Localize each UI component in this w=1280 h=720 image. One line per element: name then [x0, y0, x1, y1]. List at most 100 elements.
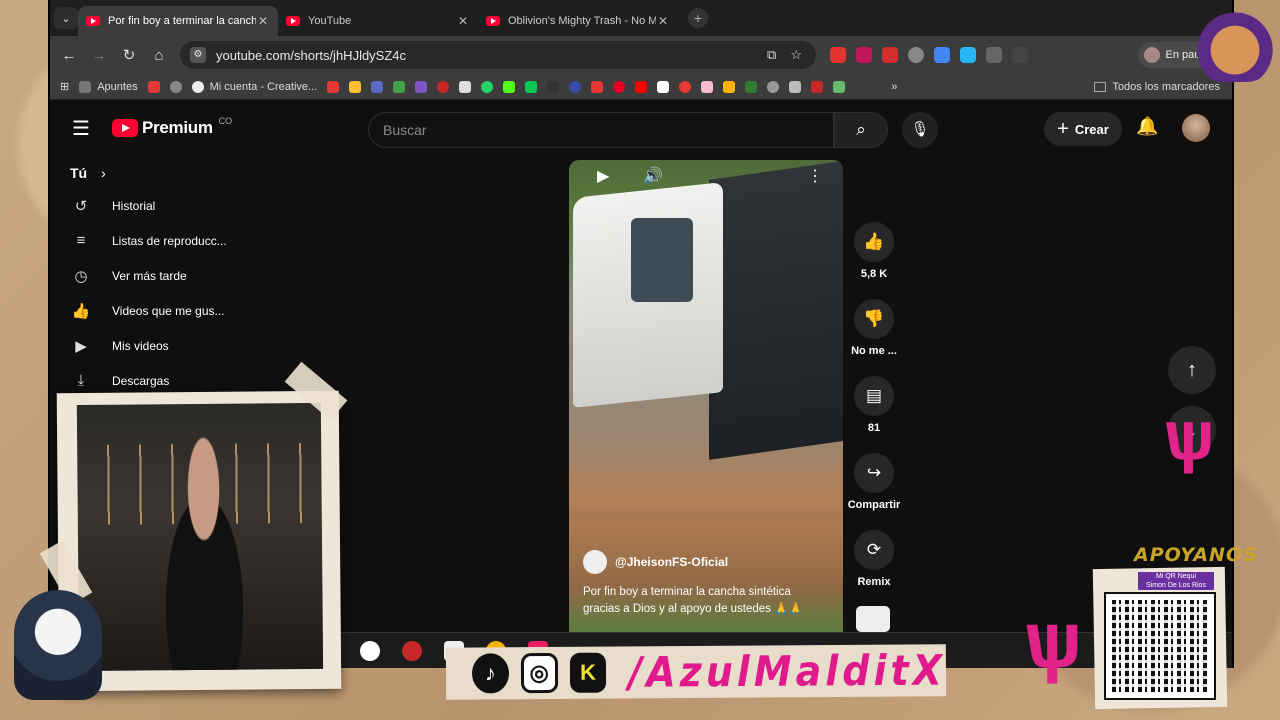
cast-icon[interactable]: ⧉: [767, 47, 776, 63]
channel-name[interactable]: @JheisonFS-Oficial: [615, 555, 728, 569]
volume-icon[interactable]: 🔊: [643, 166, 663, 186]
tab-oblivion[interactable]: Oblivion's Mighty Trash - No M ✕: [478, 6, 678, 36]
address-bar[interactable]: ⚙ youtube.com/shorts/jhHJldySZ4c ⧉ ☆: [180, 41, 816, 69]
sidebar-item-liked[interactable]: 👍 Videos que me gus...: [70, 293, 350, 328]
bookmark-icon[interactable]: [547, 80, 560, 93]
bookmark-apuntes[interactable]: Apuntes: [79, 80, 138, 93]
youtube-favicon-icon: [86, 16, 100, 26]
site-info-icon[interactable]: ⚙: [190, 47, 206, 63]
reload-icon[interactable]: ↻: [114, 46, 144, 64]
channel-avatar[interactable]: [583, 550, 607, 574]
bookmark-icon[interactable]: [811, 80, 824, 93]
create-button[interactable]: + Crear: [1044, 112, 1122, 146]
search-input[interactable]: Buscar: [368, 112, 834, 148]
reading-list-icon[interactable]: [1012, 47, 1028, 63]
bookmark-icon[interactable]: [569, 80, 582, 93]
bookmark-icon[interactable]: [371, 80, 384, 93]
bookmark-icon[interactable]: [349, 80, 362, 93]
bookmark-icon[interactable]: [701, 80, 714, 93]
comment-icon: ▤: [865, 386, 883, 405]
extension-icon[interactable]: [908, 47, 924, 63]
sidebar-item-my-videos[interactable]: ▶ Mis videos: [70, 328, 350, 363]
pinterest-icon[interactable]: [613, 80, 626, 93]
sidebar-item-history[interactable]: ↺ Historial: [70, 188, 350, 223]
dislike-button[interactable]: 👎: [854, 299, 894, 339]
bookmark-icon[interactable]: [767, 80, 780, 93]
sidebar-item-label: Ver más tarde: [112, 268, 187, 283]
bookmark-icon[interactable]: [415, 80, 428, 93]
bookmark-icon[interactable]: [723, 80, 736, 93]
more-bookmarks-icon[interactable]: »: [891, 81, 897, 93]
qr-title: APOYANOS: [1134, 544, 1258, 566]
sidebar-item-watch-later[interactable]: ◷ Ver más tarde: [70, 258, 350, 293]
comments-action: ▤ 81: [844, 376, 904, 453]
new-tab-button[interactable]: +: [688, 8, 708, 28]
bookmark-icon[interactable]: [327, 80, 340, 93]
back-icon[interactable]: ←: [54, 47, 84, 64]
voice-search-button[interactable]: 🎙: [902, 112, 938, 148]
all-bookmarks-folder[interactable]: Todos los marcadores: [1094, 81, 1220, 93]
translate-extension-icon[interactable]: [934, 47, 950, 63]
comments-button[interactable]: ▤: [854, 376, 894, 416]
short-channel[interactable]: @JheisonFS-Oficial: [583, 550, 728, 574]
bookmark-creative[interactable]: Mi cuenta - Creative...: [191, 80, 317, 93]
taskbar-obs-icon[interactable]: [402, 641, 422, 661]
bookmark-icon[interactable]: [833, 80, 846, 93]
instagram-icon: ◎: [520, 652, 558, 694]
thumbs-up-icon: 👍: [863, 232, 885, 251]
bookmark-icon[interactable]: [635, 80, 648, 93]
bookmark-icon[interactable]: [437, 80, 450, 93]
taskbar-app-icon[interactable]: [360, 641, 380, 661]
close-tab-icon[interactable]: ✕: [656, 14, 670, 28]
home-icon[interactable]: ⌂: [144, 47, 174, 64]
sidebar-item-playlists[interactable]: ≡ Listas de reproducc...: [70, 223, 350, 258]
bookmark-icon[interactable]: [745, 80, 758, 93]
tab-short[interactable]: Por fin boy a terminar la cancha ✕: [78, 6, 278, 36]
video-truck-window: [631, 218, 693, 302]
bookmark-icon[interactable]: [393, 80, 406, 93]
youtube-premium-logo[interactable]: Premium CO: [112, 116, 232, 138]
navigation-bar: ← → ↻ ⌂ ⚙ youtube.com/shorts/jhHJldySZ4c…: [50, 36, 1232, 74]
qr-caption-line: Simon De Los Rios: [1146, 582, 1206, 589]
remix-button[interactable]: ⟳: [854, 530, 894, 570]
bookmark-icon[interactable]: [789, 80, 802, 93]
search-button[interactable]: ⌕: [834, 112, 888, 148]
short-video-player[interactable]: ▶ 🔊 ⋮ @JheisonFS-Oficial Por fin boy a t…: [569, 160, 843, 632]
play-icon[interactable]: ▶: [597, 166, 609, 186]
bookmark-icon[interactable]: [679, 80, 692, 93]
extension-icon[interactable]: [882, 47, 898, 63]
qr-caption-line: Mi QR Nequi: [1155, 573, 1197, 580]
menu-icon[interactable]: ☰: [72, 116, 96, 141]
kick-icon: K: [569, 652, 607, 693]
bookmark-icon[interactable]: [591, 80, 604, 93]
account-avatar[interactable]: [1182, 114, 1210, 142]
sidebar-you-header[interactable]: Tú ›: [70, 158, 350, 188]
share-icon: ↪: [866, 463, 882, 482]
more-options-icon[interactable]: ⋮: [807, 166, 823, 186]
video-icon: ▶: [75, 337, 87, 355]
share-button[interactable]: ↪: [854, 453, 894, 493]
notifications-bell-icon[interactable]: 🔔: [1136, 116, 1158, 137]
tab-title: Por fin boy a terminar la cancha: [108, 15, 256, 27]
sound-thumbnail[interactable]: [856, 606, 890, 632]
whatsapp-icon[interactable]: [481, 80, 494, 93]
close-tab-icon[interactable]: ✕: [256, 14, 270, 28]
bookmark-icon[interactable]: [459, 80, 472, 93]
like-button[interactable]: 👍: [854, 222, 894, 262]
extension-icon[interactable]: [830, 47, 846, 63]
bookmark-icon[interactable]: [169, 80, 182, 93]
bookmark-star-icon[interactable]: ☆: [790, 47, 802, 63]
tab-youtube[interactable]: YouTube ✕: [278, 6, 478, 36]
extension-icon[interactable]: [960, 47, 976, 63]
forward-icon[interactable]: →: [84, 47, 114, 64]
extensions-puzzle-icon[interactable]: [986, 47, 1002, 63]
bookmark-icon[interactable]: [657, 80, 670, 93]
bookmark-icon[interactable]: [147, 80, 160, 93]
close-tab-icon[interactable]: ✕: [456, 14, 470, 28]
apps-grid-icon[interactable]: ⊞: [60, 80, 69, 93]
previous-short-button[interactable]: ↑: [1168, 346, 1216, 394]
bookmark-icon[interactable]: [525, 80, 538, 93]
extension-icon[interactable]: [856, 47, 872, 63]
bookmark-icon[interactable]: [503, 80, 516, 93]
tab-search-button[interactable]: ⌄: [54, 7, 78, 29]
